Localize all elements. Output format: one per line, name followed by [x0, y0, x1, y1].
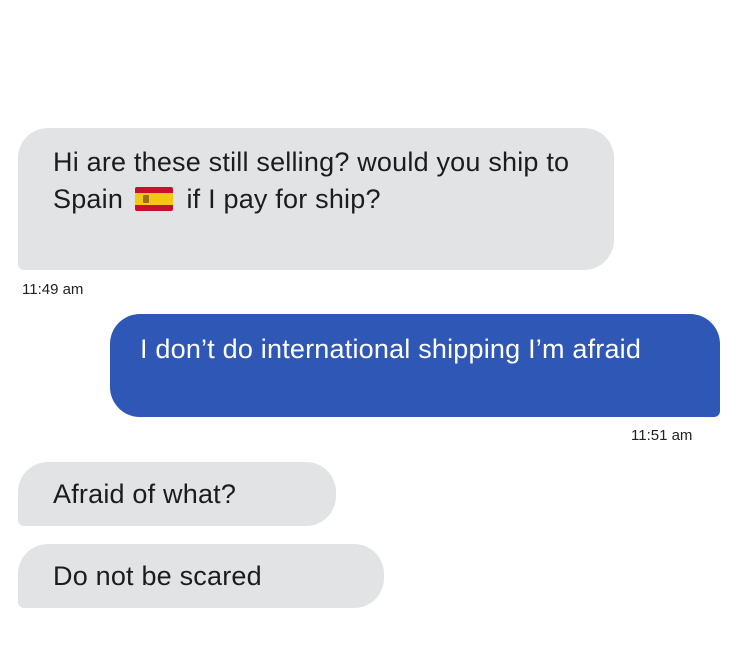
message-text-continued: if I pay for ship? [178, 184, 381, 214]
message-timestamp: 11:49 am [22, 281, 84, 298]
spain-flag-icon [134, 187, 173, 211]
incoming-message-bubble: Hi are these still selling? would you sh… [18, 128, 614, 270]
message-text: Afraid of what? [53, 479, 237, 509]
message-timestamp: 11:51 am [631, 427, 693, 444]
incoming-message-bubble: Afraid of what? [18, 462, 336, 526]
message-text: Do not be scared [53, 561, 262, 591]
message-text: I don’t do international shipping I’m af… [140, 334, 642, 364]
outgoing-message-bubble: I don’t do international shipping I’m af… [110, 314, 720, 417]
incoming-message-bubble: Do not be scared [18, 544, 384, 608]
